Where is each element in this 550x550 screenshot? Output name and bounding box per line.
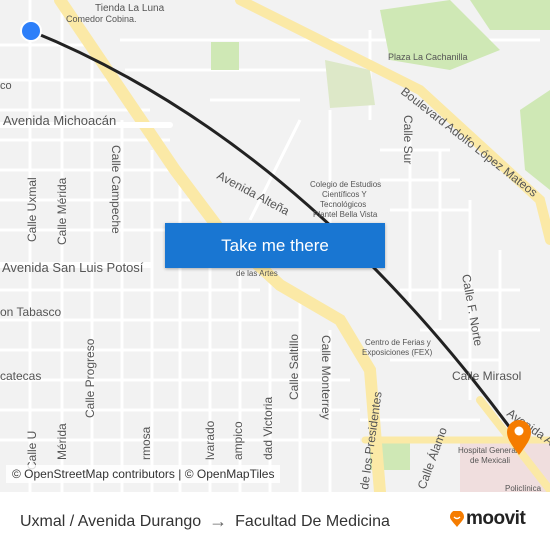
origin-marker[interactable] <box>20 20 42 42</box>
poi-label: Plantel Bella Vista <box>313 210 378 219</box>
origin-name: Uxmal / Avenida Durango <box>20 512 202 530</box>
poi-label: de Mexicali <box>470 456 510 465</box>
street-label: Calle Saltillo <box>287 334 301 400</box>
street-label: dad Victoria <box>261 397 275 460</box>
street-label: Calle Mirasol <box>452 369 521 383</box>
street-label: co <box>0 80 12 92</box>
poi-label: Tienda La Luna <box>95 3 165 14</box>
street-label: Calle F. Norte <box>459 273 485 347</box>
destination-name: Facultad De Medicina <box>235 512 390 530</box>
moovit-wordmark: moovit <box>466 508 526 529</box>
street-label: Calle Uxmal <box>25 177 39 242</box>
poi-label: Tecnológicos <box>320 200 366 209</box>
footer: Uxmal / Avenida Durango → Facultad De Me… <box>0 492 550 550</box>
poi-label: Exposiciones (FEX) <box>362 348 433 357</box>
poi-label: Comedor Cobina. <box>66 14 137 24</box>
street-label: ampico <box>231 421 245 460</box>
street-label: Calle Monterrey <box>319 335 333 420</box>
map[interactable]: Tienda La Luna Comedor Cobina. co Avenid… <box>0 0 550 492</box>
street-label: Avenida San Luis Potosí <box>2 260 144 275</box>
moovit-logo: moovit <box>450 508 526 530</box>
street-label: Calle Mérida <box>55 177 69 245</box>
poi-label: Policlínica <box>505 484 542 492</box>
street-label: rmosa <box>139 426 153 460</box>
arrow-right-icon: → <box>209 511 228 531</box>
poi-label: Plaza La Cachanilla <box>388 52 468 62</box>
street-label: lvarado <box>203 420 217 460</box>
street-label: Boulevard Adolfo López Mateos <box>398 84 540 199</box>
map-attribution[interactable]: © OpenStreetMap contributors | © OpenMap… <box>6 465 281 483</box>
street-label: Calle Álamo <box>414 425 450 491</box>
take-me-there-button[interactable]: Take me there <box>165 223 385 268</box>
poi-label: Colegio de Estudios <box>310 180 381 189</box>
poi-label: de las Artes <box>236 269 278 278</box>
street-label: Calle Sur <box>401 115 415 164</box>
street-label: catecas <box>0 369 41 383</box>
street-label: Avenida Michoacán <box>3 113 116 128</box>
street-label: Calle Campeche <box>109 145 123 234</box>
poi-label: Centro de Ferias y <box>365 338 431 347</box>
moovit-pin-icon <box>450 511 464 527</box>
street-label: Calle Progreso <box>83 338 97 418</box>
street-label: on Tabasco <box>0 305 61 319</box>
poi-label: Científicos Y <box>322 190 367 199</box>
poi-label: Hospital General <box>458 446 518 455</box>
street-label: Mérida <box>55 423 69 460</box>
route-summary: Uxmal / Avenida Durango → Facultad De Me… <box>20 511 390 532</box>
